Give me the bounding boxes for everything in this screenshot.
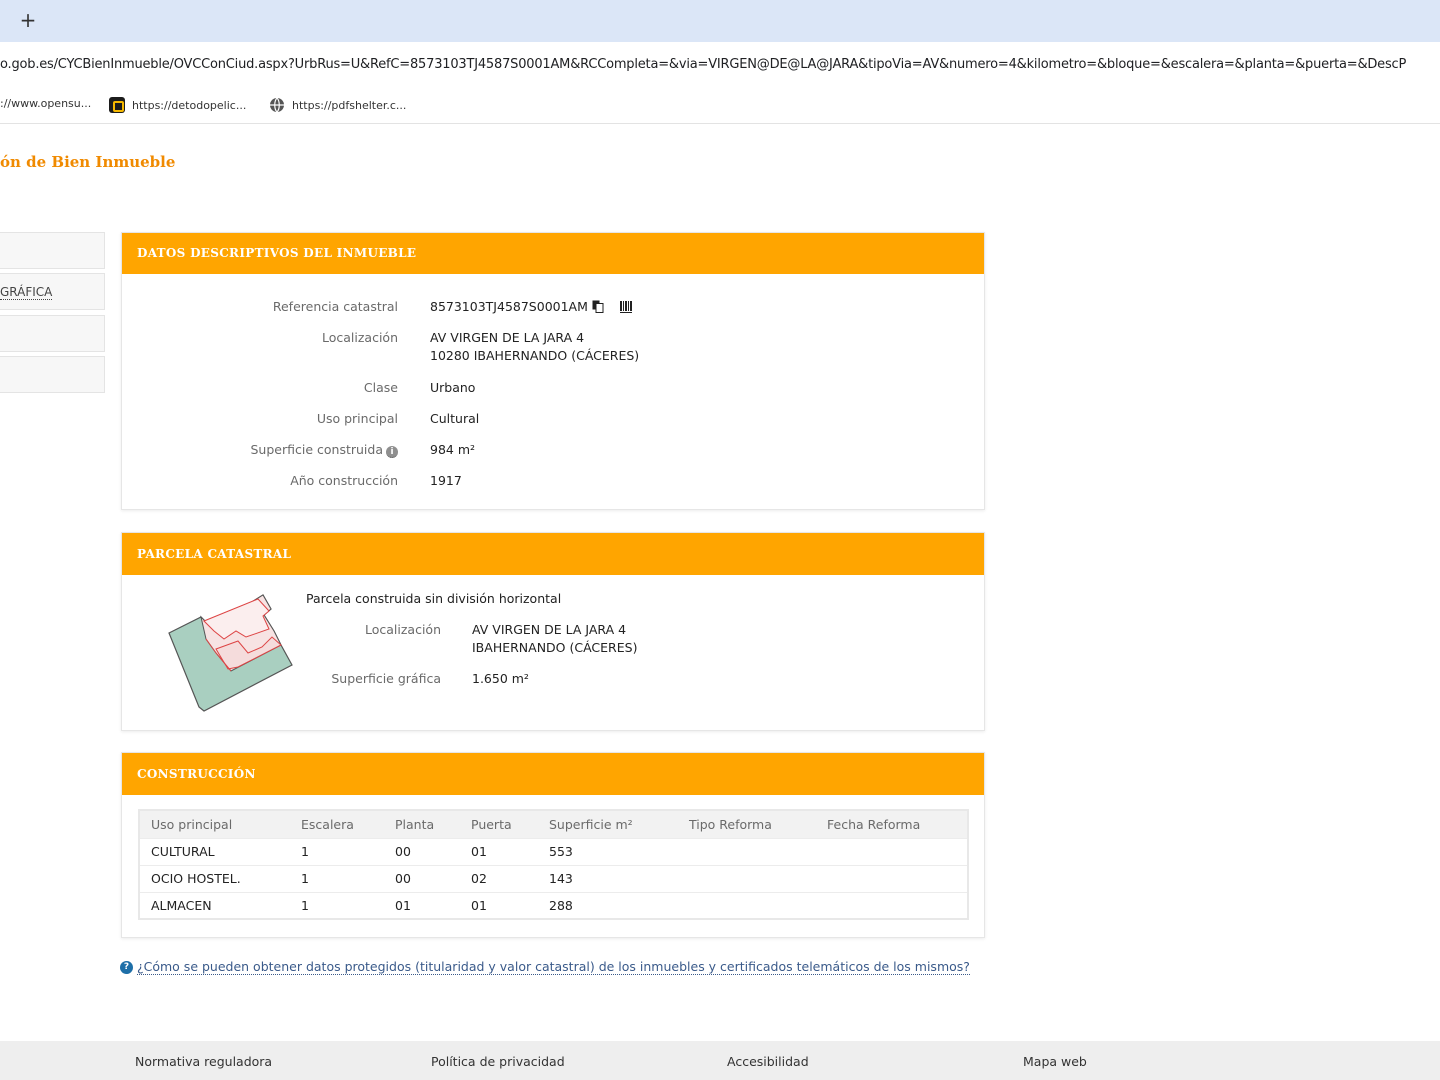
bookmark-detodopelic[interactable]: https://detodopelic...: [109, 97, 246, 113]
table-cell: 288: [538, 891, 678, 919]
bookmark-label: ://www.opensu...: [0, 97, 92, 110]
new-tab-button[interactable]: +: [17, 8, 39, 32]
uso-value: Cultural: [430, 411, 480, 426]
loc-label: Localización: [321, 330, 398, 345]
table-cell: 01: [384, 891, 460, 919]
loc-line-1: AV VIRGEN DE LA JARA 4: [430, 330, 585, 345]
construction-table: Uso principal Escalera Planta Puerta Sup…: [138, 809, 969, 920]
bookmarks-bar: ://www.opensu... https://detodopelic... …: [0, 88, 1440, 124]
table-cell: [678, 891, 816, 919]
table-cell: [678, 837, 816, 865]
column-header: Superficie m²: [538, 810, 678, 838]
table-row: OCIO HOSTEL. 1 00 02 143: [139, 864, 968, 892]
loc-line-2: 10280 IBAHERNANDO (CÁCERES): [430, 348, 640, 363]
anio-value: 1917: [430, 473, 462, 488]
parcela-sup-value: 1.650 m²: [472, 671, 529, 686]
table-cell: CULTURAL: [139, 837, 290, 865]
footer-link-accesibilidad[interactable]: Accesibilidad: [727, 1054, 809, 1069]
copy-icon[interactable]: [592, 300, 604, 313]
parcela-loc-line-2: IBAHERNANDO (CÁCERES): [472, 640, 638, 655]
bookmark-label: https://detodopelic...: [132, 98, 247, 112]
footer: Normativa reguladora Política de privaci…: [0, 1041, 1440, 1080]
left-menu-item-1[interactable]: [0, 232, 105, 269]
sup-label-row: Superficie construida i: [250, 442, 398, 458]
info-icon[interactable]: i: [386, 446, 398, 458]
panel-header: CONSTRUCCIÓN: [122, 753, 984, 795]
table-cell: 553: [538, 837, 678, 865]
tab-strip: +: [0, 0, 1440, 42]
clase-value: Urbano: [430, 380, 476, 395]
parcela-panel: PARCELA CATASTRAL Parcela construida sin…: [121, 532, 985, 731]
column-header: Planta: [384, 810, 460, 838]
panel-header: DATOS DESCRIPTIVOS DEL INMUEBLE: [122, 233, 984, 274]
column-header: Tipo Reforma: [678, 810, 816, 838]
barcode-icon[interactable]: [619, 300, 634, 314]
table-row: ALMACEN 1 01 01 288: [139, 891, 968, 919]
left-menu-item-4[interactable]: [0, 356, 105, 393]
table-cell: [816, 891, 968, 919]
left-menu-label: GRÁFICA: [0, 285, 53, 300]
ref-row: 8573103TJ4587S0001AM: [430, 299, 634, 314]
table-cell: 01: [460, 837, 538, 865]
table-cell: 00: [384, 837, 460, 865]
column-header: Uso principal: [139, 810, 290, 838]
page-title: ón de Bien Inmueble: [0, 153, 176, 171]
address-bar[interactable]: o.gob.es/CYCBienInmueble/OVCConCiud.aspx…: [0, 42, 1440, 88]
parcela-loc-line-1: AV VIRGEN DE LA JARA 4: [472, 622, 627, 637]
parcela-subtitle: Parcela construida sin división horizont…: [306, 591, 562, 606]
table-cell: OCIO HOSTEL.: [139, 864, 290, 892]
panel-header: PARCELA CATASTRAL: [122, 533, 984, 575]
bookmark-pdfshelter[interactable]: https://pdfshelter.c...: [269, 97, 406, 113]
table-cell: 1: [290, 837, 384, 865]
sup-label: Superficie construida: [250, 442, 384, 457]
descriptive-panel: DATOS DESCRIPTIVOS DEL INMUEBLE Referenc…: [121, 232, 985, 510]
table-cell: [816, 837, 968, 865]
bookmark-opensu[interactable]: ://www.opensu...: [0, 97, 91, 110]
ref-label: Referencia catastral: [272, 299, 398, 314]
site-icon: [109, 97, 125, 113]
column-header: Escalera: [290, 810, 384, 838]
footer-link-privacidad[interactable]: Política de privacidad: [431, 1054, 565, 1069]
clase-label: Clase: [363, 380, 398, 395]
question-icon: ?: [120, 960, 133, 974]
column-header: Puerta: [460, 810, 538, 838]
footer-link-mapa-web[interactable]: Mapa web: [1023, 1054, 1087, 1069]
column-header: Fecha Reforma: [816, 810, 968, 838]
parcela-sup-label: Superficie gráfica: [331, 671, 441, 686]
sup-value: 984 m²: [430, 442, 476, 457]
uso-label: Uso principal: [316, 411, 398, 426]
table-cell: ALMACEN: [139, 891, 290, 919]
bookmark-label: https://pdfshelter.c...: [292, 98, 407, 112]
construccion-panel: CONSTRUCCIÓN Uso principal Escalera Plan…: [121, 752, 985, 938]
table-header-row: Uso principal Escalera Planta Puerta Sup…: [139, 810, 968, 838]
parcela-loc-label: Localización: [364, 622, 441, 637]
left-menu-item-grafica[interactable]: GRÁFICA: [0, 273, 105, 310]
protected-data-link[interactable]: ? ¿Cómo se pueden obtener datos protegid…: [120, 959, 970, 975]
table-cell: [816, 864, 968, 892]
table-cell: [678, 864, 816, 892]
anio-label: Año construcción: [290, 473, 398, 488]
protected-data-link-text[interactable]: ¿Cómo se pueden obtener datos protegidos…: [137, 959, 970, 975]
globe-icon: [269, 97, 285, 113]
table-cell: 143: [538, 864, 678, 892]
ref-value: 8573103TJ4587S0001AM: [430, 299, 588, 314]
table-cell: 00: [384, 864, 460, 892]
table-cell: 01: [460, 891, 538, 919]
url-text[interactable]: o.gob.es/CYCBienInmueble/OVCConCiud.aspx…: [0, 57, 1406, 72]
table-cell: 02: [460, 864, 538, 892]
table-row: CULTURAL 1 00 01 553: [139, 837, 968, 865]
footer-link-normativa[interactable]: Normativa reguladora: [135, 1054, 272, 1069]
parcel-map-thumbnail[interactable]: [166, 591, 296, 713]
table-cell: 1: [290, 864, 384, 892]
left-menu-item-3[interactable]: [0, 315, 105, 352]
table-cell: 1: [290, 891, 384, 919]
